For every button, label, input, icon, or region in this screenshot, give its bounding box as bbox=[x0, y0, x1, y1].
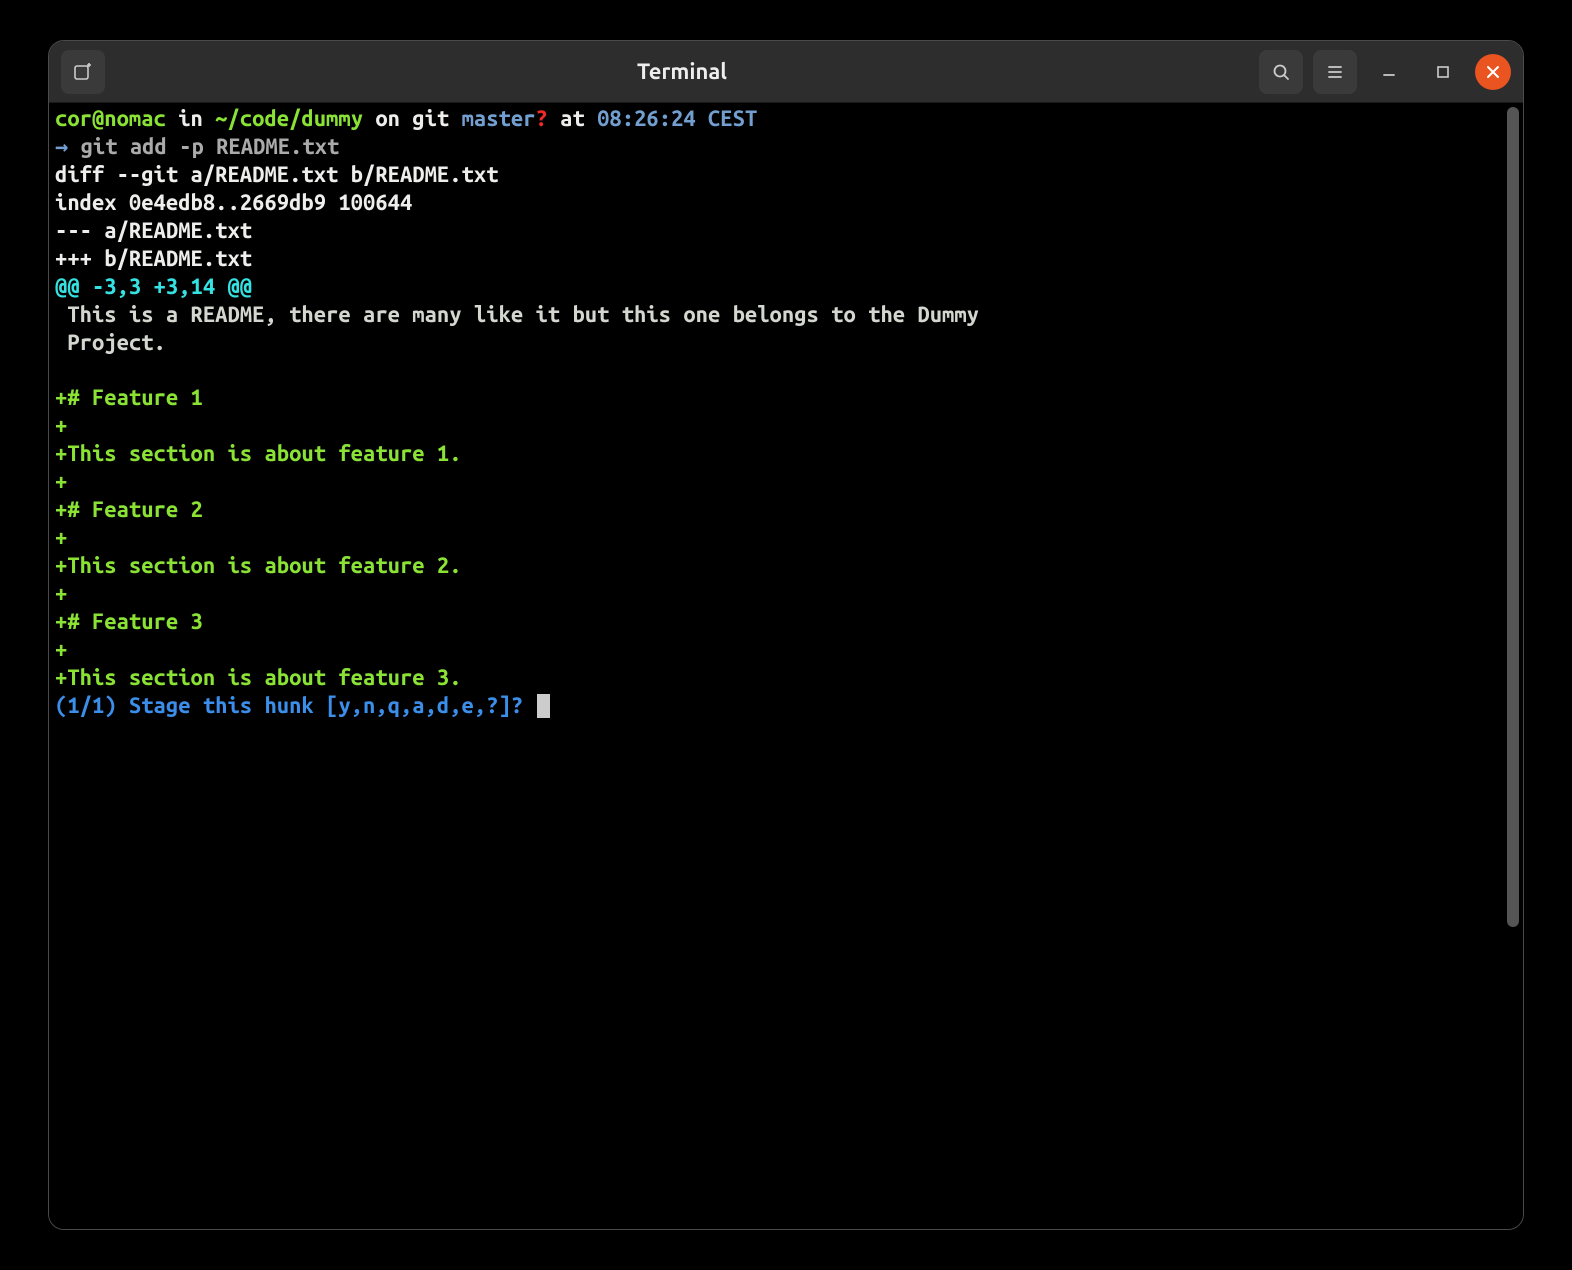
prompt-arrow: → bbox=[55, 134, 81, 159]
diff-add-line: + bbox=[55, 525, 67, 550]
diff-header-4: +++ b/README.txt bbox=[55, 246, 252, 271]
search-icon bbox=[1271, 62, 1291, 82]
terminal-output: cor@nomac in ~/code/dummy on git master?… bbox=[49, 103, 1523, 722]
minimize-icon bbox=[1380, 63, 1398, 81]
new-tab-icon bbox=[73, 62, 93, 82]
diff-add-line: + bbox=[55, 637, 67, 662]
prompt-on: on git bbox=[363, 106, 462, 131]
hamburger-icon bbox=[1325, 62, 1345, 82]
diff-header-1: diff --git a/README.txt b/README.txt bbox=[55, 162, 499, 187]
diff-context-line: Project. bbox=[55, 330, 166, 355]
prompt-branch: master bbox=[462, 106, 536, 131]
cursor bbox=[537, 694, 550, 718]
diff-context-line bbox=[55, 357, 67, 382]
prompt-user-host: cor@nomac bbox=[55, 106, 166, 131]
close-icon bbox=[1485, 64, 1501, 80]
prompt-dirty: ? bbox=[536, 106, 548, 131]
diff-add-line: +# Feature 2 bbox=[55, 497, 203, 522]
diff-add-line: +# Feature 1 bbox=[55, 385, 203, 410]
titlebar: Terminal bbox=[49, 41, 1523, 103]
diff-add-line: +This section is about feature 1. bbox=[55, 441, 462, 466]
scrollbar[interactable] bbox=[1507, 107, 1519, 927]
window-title: Terminal bbox=[115, 59, 1249, 84]
diff-add-line: +This section is about feature 2. bbox=[55, 553, 462, 578]
diff-context-line: This is a README, there are many like it… bbox=[55, 302, 979, 327]
prompt-time: 08:26:24 CEST bbox=[597, 106, 757, 131]
new-tab-button[interactable] bbox=[61, 50, 105, 94]
diff-add-line: + bbox=[55, 469, 67, 494]
prompt-at: at bbox=[548, 106, 597, 131]
maximize-button[interactable] bbox=[1421, 50, 1465, 94]
diff-add-line: + bbox=[55, 413, 67, 438]
minimize-button[interactable] bbox=[1367, 50, 1411, 94]
diff-header-2: index 0e4edb8..2669db9 100644 bbox=[55, 190, 412, 215]
command-text: git add -p README.txt bbox=[81, 134, 340, 159]
maximize-icon bbox=[1434, 63, 1452, 81]
terminal-body[interactable]: cor@nomac in ~/code/dummy on git master?… bbox=[49, 103, 1523, 1229]
diff-add-line: +# Feature 3 bbox=[55, 609, 203, 634]
diff-add-line: + bbox=[55, 581, 67, 606]
close-button[interactable] bbox=[1475, 54, 1511, 90]
titlebar-right bbox=[1259, 50, 1511, 94]
menu-button[interactable] bbox=[1313, 50, 1357, 94]
stage-hunk-prompt: (1/1) Stage this hunk [y,n,q,a,d,e,?]? bbox=[55, 693, 535, 718]
prompt-path: ~/code/dummy bbox=[215, 106, 363, 131]
search-button[interactable] bbox=[1259, 50, 1303, 94]
diff-header-3: --- a/README.txt bbox=[55, 218, 252, 243]
prompt-in: in bbox=[166, 106, 215, 131]
diff-add-line: +This section is about feature 3. bbox=[55, 665, 462, 690]
diff-hunk-header: @@ -3,3 +3,14 @@ bbox=[55, 274, 252, 299]
terminal-window: Terminal bbox=[48, 40, 1524, 1230]
